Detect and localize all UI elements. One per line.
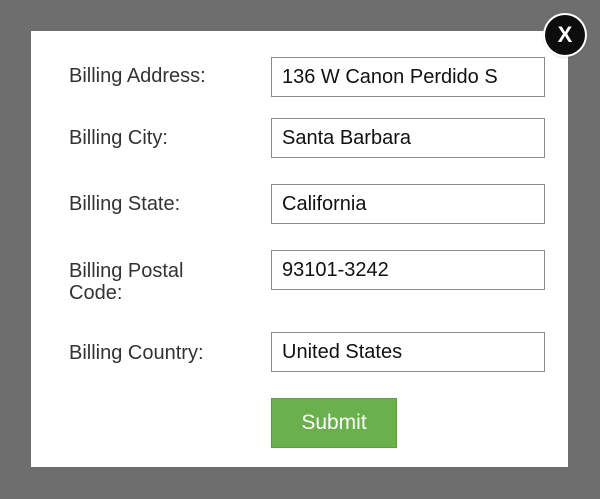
billing-country-label: Billing Country: bbox=[69, 342, 204, 364]
billing-city-input[interactable] bbox=[271, 118, 545, 158]
billing-country-input[interactable] bbox=[271, 332, 545, 372]
billing-address-input[interactable] bbox=[271, 57, 545, 97]
billing-postal-code-input[interactable] bbox=[271, 250, 545, 290]
billing-postal-code-label: Billing Postal Code: bbox=[69, 260, 184, 304]
billing-city-label: Billing City: bbox=[69, 127, 168, 149]
close-icon[interactable]: X bbox=[545, 15, 585, 55]
submit-button[interactable]: Submit bbox=[271, 398, 397, 448]
billing-address-label: Billing Address: bbox=[69, 65, 206, 87]
billing-modal: Billing Address: Billing City: Billing S… bbox=[31, 31, 568, 467]
billing-state-input[interactable] bbox=[271, 184, 545, 224]
billing-state-label: Billing State: bbox=[69, 193, 181, 215]
